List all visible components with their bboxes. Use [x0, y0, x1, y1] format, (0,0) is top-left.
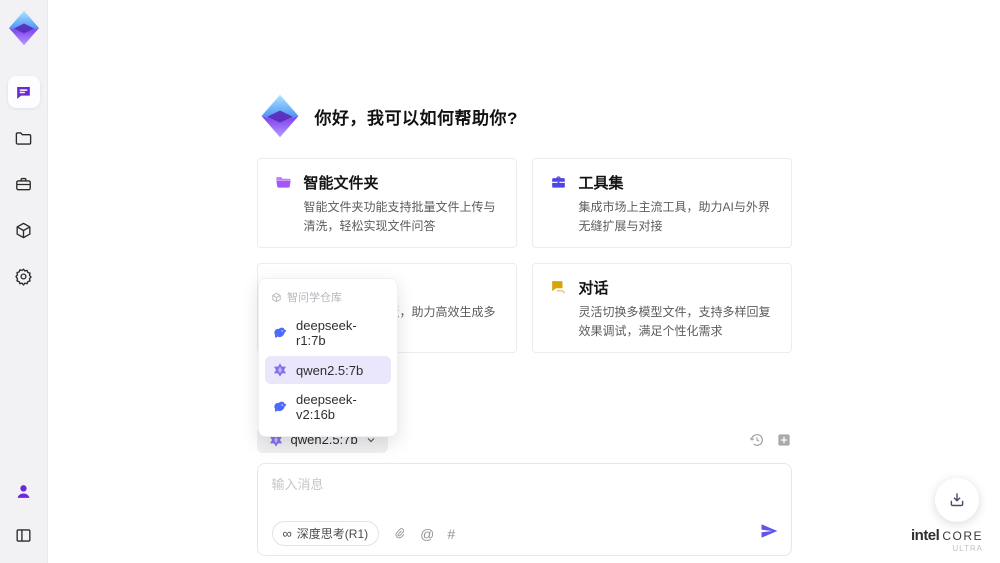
sidebar-item-panel[interactable]: [8, 519, 40, 551]
card-desc: 智能文件夹功能支持批量文件上传与清洗，轻松实现文件问答: [303, 200, 496, 233]
model-option-label: qwen2.5:7b: [296, 362, 364, 378]
deep-think-label: 深度思考(R1): [296, 527, 369, 542]
model-option-deepseek-v2[interactable]: deepseek-v2:16b: [265, 386, 391, 428]
greeting: 你好，我可以如何帮助你?: [257, 92, 792, 140]
history-icon[interactable]: [749, 432, 765, 448]
folder-purple-icon: [275, 176, 291, 188]
greeting-text: 你好，我可以如何帮助你?: [314, 108, 518, 128]
sidebar-item-folders[interactable]: [8, 122, 40, 154]
card-smart-folder[interactable]: 智能文件夹 智能文件夹功能支持批量文件上传与清洗，轻松实现文件问答: [256, 158, 517, 249]
main-area: 你好，我可以如何帮助你? 智能文件夹 智能文件夹功能支持批量文件上传与清洗，轻松…: [48, 0, 1000, 563]
model-option-label: deepseek-v2:16b: [296, 392, 357, 422]
sidebar-nav: [7, 76, 40, 292]
gear-icon: [15, 268, 32, 286]
card-title: 智能文件夹: [303, 175, 379, 192]
sidebar: [0, 0, 48, 563]
plus-square-icon[interactable]: [776, 432, 792, 448]
model-dropdown: 智问学仓库 deepseek-r1:7b qwen2.5:7b deepseek…: [258, 278, 398, 437]
card-dialogue[interactable]: 对话 灵活切换多模型文件，支持多样回复效果调试，满足个性化需求: [531, 263, 792, 354]
card-toolset[interactable]: 工具集 集成市场上主流工具，助力AI与外界无缝扩展与对接: [531, 158, 792, 249]
qwen-icon: [274, 363, 286, 377]
send-icon: [761, 524, 777, 539]
message-input[interactable]: [271, 474, 777, 515]
sidebar-item-models[interactable]: [8, 214, 40, 246]
app-window: 你好，我可以如何帮助你? 智能文件夹 智能文件夹功能支持批量文件上传与清洗，轻松…: [0, 0, 1000, 563]
intel-logo-text: intel: [910, 527, 940, 544]
deepseek-icon: [274, 327, 287, 338]
ultra-logo-text: ULTRA: [952, 544, 983, 553]
infinity-icon: ∞: [282, 526, 292, 542]
download-icon: [950, 493, 964, 507]
sidebar-item-user[interactable]: [8, 475, 40, 507]
briefcase-indigo-icon: [551, 176, 565, 188]
sidebar-item-toolbox[interactable]: [8, 168, 40, 200]
model-group-label: 智问学仓库: [287, 292, 342, 304]
greeting-logo-icon: [261, 94, 298, 138]
intel-core-badge: intel CORE ULTRA: [911, 528, 983, 553]
card-desc: 集成市场上主流工具，助力AI与外界无缝扩展与对接: [578, 200, 770, 233]
user-icon: [17, 484, 30, 498]
chat-gold-icon: [551, 281, 565, 295]
sidebar-bottom: [8, 475, 40, 551]
model-dropdown-header: 智问学仓库: [265, 285, 391, 310]
input-controls: ∞ 深度思考(R1) @ #: [271, 521, 779, 547]
sidebar-item-chat[interactable]: [7, 76, 40, 108]
model-option-deepseek-r1[interactable]: deepseek-r1:7b: [265, 312, 391, 354]
sidebar-item-settings[interactable]: [8, 260, 40, 292]
card-desc: 灵活切换多模型文件，支持多样回复效果调试，满足个性化需求: [578, 305, 771, 338]
deep-think-toggle[interactable]: ∞ 深度思考(R1): [271, 521, 380, 547]
chat-input-box: ∞ 深度思考(R1) @ #: [256, 463, 792, 557]
card-title: 工具集: [578, 175, 624, 192]
prompt-button[interactable]: #: [447, 527, 455, 541]
model-option-qwen[interactable]: qwen2.5:7b: [265, 356, 391, 384]
briefcase-icon: [16, 177, 31, 190]
download-button[interactable]: [935, 478, 979, 522]
cube-icon: [16, 222, 31, 238]
deepseek-icon: [274, 401, 287, 412]
chat-bubble-icon: [17, 86, 30, 99]
panel-icon: [16, 528, 31, 542]
mention-button[interactable]: @: [420, 527, 434, 541]
folder-icon: [15, 131, 32, 145]
paperclip-icon: [395, 528, 405, 539]
model-option-label: deepseek-r1:7b: [296, 318, 357, 348]
app-logo-icon: [8, 10, 39, 46]
card-title: 对话: [578, 280, 609, 298]
core-logo-text: CORE: [942, 529, 983, 543]
repo-cube-icon: [272, 292, 281, 302]
conversation-toolbar: [749, 432, 792, 448]
attachment-button[interactable]: [392, 526, 407, 541]
send-button[interactable]: [759, 521, 779, 546]
